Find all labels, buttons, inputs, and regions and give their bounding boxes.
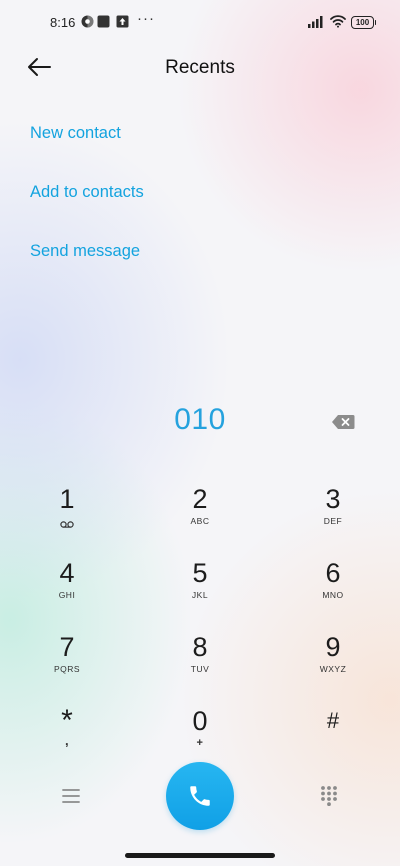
call-button[interactable] [166, 762, 234, 830]
key-7[interactable]: 7 PQRS [7, 631, 127, 699]
hamburger-menu-icon [62, 789, 80, 803]
key-star[interactable]: * , [7, 705, 127, 773]
app-notification-icon [97, 15, 110, 28]
battery-icon: 100 [351, 16, 376, 29]
vpn-status-icon [81, 15, 94, 28]
new-contact-button[interactable]: New contact [30, 124, 121, 143]
voicemail-icon [60, 521, 74, 528]
more-notifications-icon: ··· [137, 10, 155, 27]
backspace-icon [332, 415, 355, 429]
key-5[interactable]: 5 JKL [140, 557, 260, 625]
send-message-button[interactable]: Send message [30, 242, 140, 261]
key-9[interactable]: 9 WXYZ [273, 631, 393, 699]
cellular-signal-icon [308, 16, 323, 28]
dialpad-icon [321, 786, 337, 806]
phone-icon [190, 786, 210, 806]
upload-icon [116, 15, 129, 28]
backspace-button[interactable] [331, 414, 355, 430]
key-6[interactable]: 6 MNO [273, 557, 393, 625]
key-3[interactable]: 3 DEF [273, 483, 393, 551]
page-title: Recents [165, 57, 235, 78]
dialpad-toggle-button[interactable] [318, 784, 340, 806]
key-2[interactable]: 2 ABC [140, 483, 260, 551]
add-to-contacts-button[interactable]: Add to contacts [30, 183, 144, 202]
key-8[interactable]: 8 TUV [140, 631, 260, 699]
key-1[interactable]: 1 [7, 483, 127, 551]
status-time: 8:16 [50, 15, 76, 30]
key-hash[interactable]: # [273, 705, 393, 773]
menu-button[interactable] [58, 786, 84, 806]
key-4[interactable]: 4 GHI [7, 557, 127, 625]
status-bar: 8:16 ··· 100 [0, 0, 400, 44]
home-indicator[interactable] [125, 853, 275, 858]
wifi-icon [330, 15, 346, 28]
